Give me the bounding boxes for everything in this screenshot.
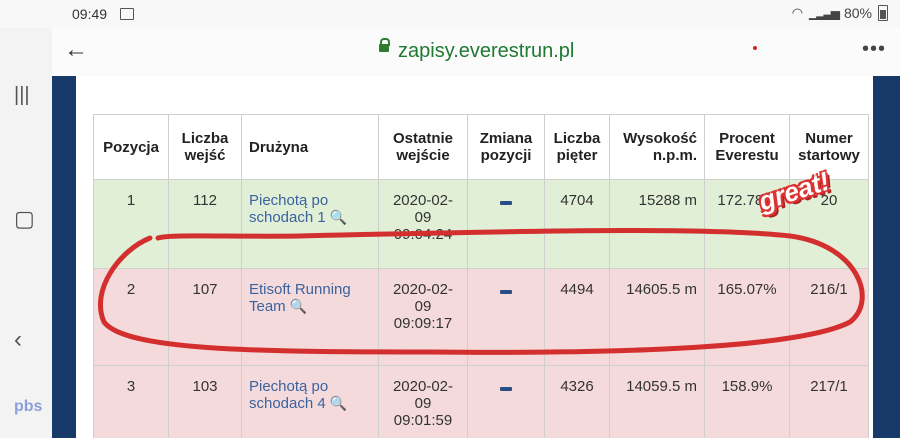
more-menu-icon[interactable]: ••• xyxy=(862,38,886,61)
cell-team: Piechotą po schodach 4 🔍 xyxy=(241,365,379,438)
table-row: 3 103 Piechotą po schodach 4 🔍 2020-02-0… xyxy=(93,365,869,438)
cell-altitude: 15288 m xyxy=(609,179,705,269)
image-notification-icon xyxy=(120,8,134,20)
table-row: 1 112 Piechotą po schodach 1 🔍 2020-02-0… xyxy=(93,179,869,269)
cell-entries: 112 xyxy=(168,179,242,269)
cell-last-entry: 2020-02-09 09:04:24 xyxy=(378,179,468,269)
status-bar: 09:49 ◠ ▁▂▃▅ 80% xyxy=(0,0,900,28)
back-nav-icon[interactable]: ‹ xyxy=(14,326,22,354)
cell-floors: 4326 xyxy=(544,365,610,438)
cell-start-number: 216/1 xyxy=(789,268,869,366)
cell-team: Etisoft Running Team 🔍 xyxy=(241,268,379,366)
cell-position: 2 xyxy=(93,268,169,366)
team-link[interactable]: Piechotą po schodach 1 xyxy=(249,192,328,226)
cell-last-entry: 2020-02-09 09:09:17 xyxy=(378,268,468,366)
cell-everest-percent: 165.07% xyxy=(704,268,790,366)
battery-icon xyxy=(878,5,888,21)
cell-entries: 103 xyxy=(168,365,242,438)
recent-apps-icon[interactable]: ||| xyxy=(14,84,30,107)
wifi-icon: ◠ xyxy=(791,5,804,20)
team-link[interactable]: Piechotą po schodach 4 xyxy=(249,378,328,412)
cell-team: Piechotą po schodach 1 🔍 xyxy=(241,179,379,269)
magnifier-icon[interactable]: 🔍 xyxy=(290,298,307,314)
table-header-row: Pozycja Liczba wejść Drużyna Ostatnie we… xyxy=(93,114,869,180)
page-frame-right xyxy=(873,76,900,438)
ranking-table: Pozycja Liczba wejść Drużyna Ostatnie we… xyxy=(93,114,869,438)
cell-position: 1 xyxy=(93,179,169,269)
cell-last-entry: 2020-02-09 09:01:59 xyxy=(378,365,468,438)
header-start-number[interactable]: Numer startowy xyxy=(789,114,869,180)
cell-position-change xyxy=(467,268,545,366)
no-change-icon xyxy=(500,201,512,205)
header-team[interactable]: Drużyna xyxy=(241,114,379,180)
notification-dot xyxy=(753,46,757,50)
table-row: 2 107 Etisoft Running Team 🔍 2020-02-09 … xyxy=(93,268,869,366)
page-content[interactable]: Pozycja Liczba wejść Drużyna Ostatnie we… xyxy=(76,76,873,438)
header-last-entry[interactable]: Ostatnie wejście xyxy=(378,114,468,180)
cell-start-number: 217/1 xyxy=(789,365,869,438)
status-icons: ◠ ▁▂▃▅ 80% xyxy=(792,5,888,21)
browser-toolbar: ← zapisy.everestrun.pl ••• xyxy=(52,28,900,76)
back-arrow-icon[interactable]: ← xyxy=(64,36,88,64)
url-field[interactable]: zapisy.everestrun.pl xyxy=(398,40,574,63)
header-position-change[interactable]: Zmiana pozycji xyxy=(467,114,545,180)
header-altitude[interactable]: Wysokość n.p.m. xyxy=(609,114,705,180)
header-everest-percent[interactable]: Procent Everestu xyxy=(704,114,790,180)
cell-position-change xyxy=(467,179,545,269)
battery-percent: 80% xyxy=(843,5,872,21)
cell-entries: 107 xyxy=(168,268,242,366)
header-entries[interactable]: Liczba wejść xyxy=(168,114,242,180)
header-position[interactable]: Pozycja xyxy=(93,114,169,180)
signal-icon: ▁▂▃▅ xyxy=(809,6,840,20)
cell-everest-percent: 158.9% xyxy=(704,365,790,438)
header-floors[interactable]: Liczba pięter xyxy=(544,114,610,180)
no-change-icon xyxy=(500,290,512,294)
magnifier-icon[interactable]: 🔍 xyxy=(330,395,347,411)
cell-floors: 4494 xyxy=(544,268,610,366)
home-icon[interactable]: ▢ xyxy=(14,206,35,232)
cell-position: 3 xyxy=(93,365,169,438)
cell-position-change xyxy=(467,365,545,438)
navigation-rail: ||| ▢ ‹ xyxy=(0,28,52,438)
magnifier-icon[interactable]: 🔍 xyxy=(330,209,347,225)
page-frame-left xyxy=(52,76,76,438)
cell-floors: 4704 xyxy=(544,179,610,269)
no-change-icon xyxy=(500,387,512,391)
lock-icon xyxy=(379,38,390,52)
cell-altitude: 14059.5 m xyxy=(609,365,705,438)
watermark-logo: pbs xyxy=(14,398,43,415)
cell-altitude: 14605.5 m xyxy=(609,268,705,366)
status-time: 09:49 xyxy=(72,6,108,22)
